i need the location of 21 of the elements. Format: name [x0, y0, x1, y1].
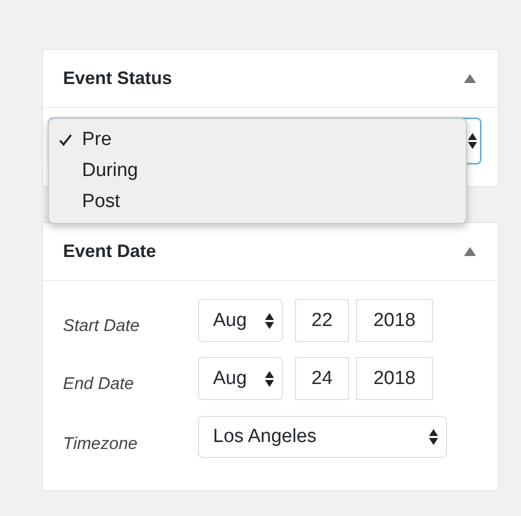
field-label: Start Date [63, 316, 141, 336]
field-label: Timezone [63, 434, 138, 454]
select-arrows-icon [265, 370, 274, 386]
dropdown-option[interactable]: Post [49, 186, 466, 217]
year-field[interactable]: 2018 [356, 299, 433, 342]
collapse-toggle-icon[interactable] [464, 74, 476, 83]
dropdown-option[interactable]: During [49, 155, 466, 186]
year-field[interactable]: 2018 [356, 357, 433, 400]
day-field[interactable]: 24 [295, 357, 349, 400]
month-select[interactable]: Aug [198, 357, 283, 400]
field-label: End Date [63, 374, 135, 394]
panel-title: Event Status [63, 68, 172, 89]
dropdown-option[interactable]: Pre [49, 124, 466, 155]
month-select[interactable]: Aug [198, 299, 283, 342]
select-arrows-icon [429, 428, 438, 444]
select-arrows-icon [468, 133, 477, 149]
day-field[interactable]: 22 [295, 299, 349, 342]
collapse-toggle-icon[interactable] [464, 247, 476, 256]
select-arrows-icon [265, 312, 274, 328]
timezone-select[interactable]: Los Angeles [198, 416, 447, 458]
panel-title: Event Date [63, 241, 156, 262]
